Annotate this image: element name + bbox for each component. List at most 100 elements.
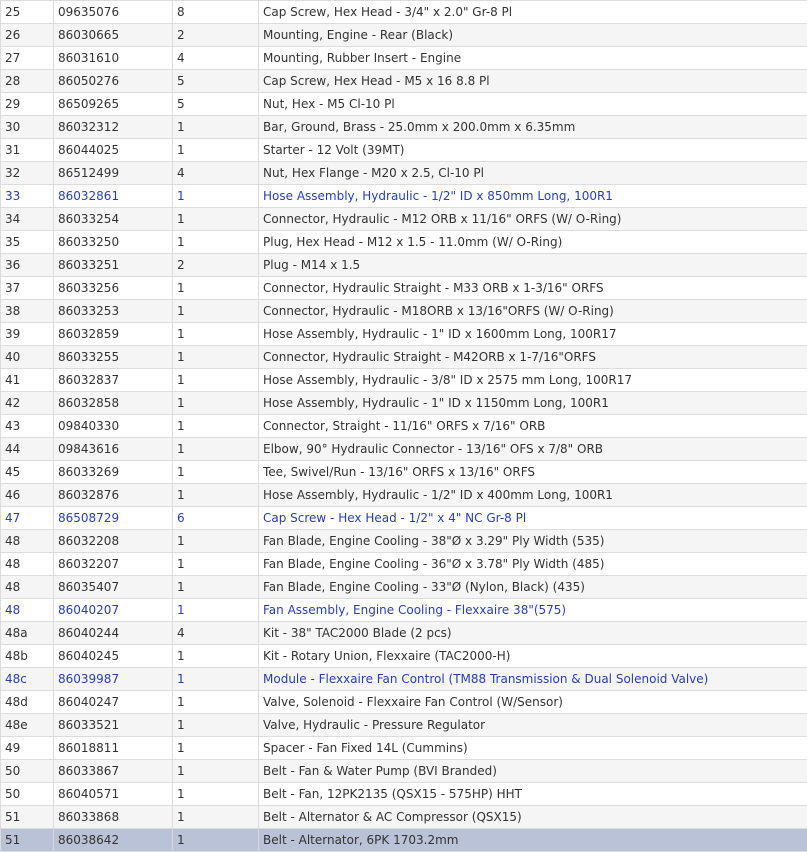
quantity-cell: 1 xyxy=(173,300,259,323)
table-row[interactable]: 42860328581Hose Assembly, Hydraulic - 1"… xyxy=(1,392,807,415)
part-number-cell: 86044025 xyxy=(54,139,173,162)
part-number-cell: 86032837 xyxy=(54,369,173,392)
table-row[interactable]: 27860316104Mounting, Rubber Insert - Eng… xyxy=(1,47,807,70)
table-row[interactable]: 41860328371Hose Assembly, Hydraulic - 3/… xyxy=(1,369,807,392)
description-cell: Tee, Swivel/Run - 13/16" ORFS x 13/16" O… xyxy=(259,461,807,484)
item-number-cell: 51 xyxy=(1,829,54,852)
item-number-cell: 31 xyxy=(1,139,54,162)
quantity-cell: 1 xyxy=(173,369,259,392)
description-cell: Hose Assembly, Hydraulic - 1/2" ID x 400… xyxy=(259,484,807,507)
table-row[interactable]: 43098403301Connector, Straight - 11/16" … xyxy=(1,415,807,438)
description-cell: Fan Blade, Engine Cooling - 38"Ø x 3.29"… xyxy=(259,530,807,553)
item-number-cell[interactable]: 47 xyxy=(1,507,54,530)
item-number-cell: 45 xyxy=(1,461,54,484)
part-number-cell: 86032858 xyxy=(54,392,173,415)
quantity-cell: 1 xyxy=(173,116,259,139)
item-number-cell: 48e xyxy=(1,714,54,737)
part-number-cell: 09635076 xyxy=(54,1,173,24)
part-number-cell[interactable]: 86508729 xyxy=(54,507,173,530)
table-row[interactable]: 28860502765Cap Screw, Hex Head - M5 x 16… xyxy=(1,70,807,93)
table-row[interactable]: 46860328761Hose Assembly, Hydraulic - 1/… xyxy=(1,484,807,507)
item-number-cell[interactable]: 48c xyxy=(1,668,54,691)
description-cell: Bar, Ground, Brass - 25.0mm x 200.0mm x … xyxy=(259,116,807,139)
table-row[interactable]: 31860440251Starter - 12 Volt (39MT) xyxy=(1,139,807,162)
quantity-cell[interactable]: 1 xyxy=(173,599,259,622)
description-cell[interactable]: Hose Assembly, Hydraulic - 1/2" ID x 850… xyxy=(259,185,807,208)
quantity-cell: 1 xyxy=(173,392,259,415)
table-row[interactable]: 26860306652Mounting, Engine - Rear (Blac… xyxy=(1,24,807,47)
table-row[interactable]: 50860405711Belt - Fan, 12PK2135 (QSX15 -… xyxy=(1,783,807,806)
part-number-cell: 86030665 xyxy=(54,24,173,47)
description-cell[interactable]: Fan Assembly, Engine Cooling - Flexxaire… xyxy=(259,599,807,622)
quantity-cell[interactable]: 1 xyxy=(173,185,259,208)
table-row[interactable]: 25096350768Cap Screw, Hex Head - 3/4" x … xyxy=(1,1,807,24)
part-number-cell: 86032876 xyxy=(54,484,173,507)
table-row[interactable]: 48c860399871Module - Flexxaire Fan Contr… xyxy=(1,668,807,691)
item-number-cell: 35 xyxy=(1,231,54,254)
description-cell[interactable]: Cap Screw - Hex Head - 1/2" x 4" NC Gr-8… xyxy=(259,507,807,530)
table-row[interactable]: 38860332531Connector, Hydraulic - M18ORB… xyxy=(1,300,807,323)
description-cell: Plug - M14 x 1.5 xyxy=(259,254,807,277)
quantity-cell: 2 xyxy=(173,254,259,277)
item-number-cell: 42 xyxy=(1,392,54,415)
description-cell: Elbow, 90° Hydraulic Connector - 13/16" … xyxy=(259,438,807,461)
table-row[interactable]: 48860402071Fan Assembly, Engine Cooling … xyxy=(1,599,807,622)
description-cell: Hose Assembly, Hydraulic - 1" ID x 1150m… xyxy=(259,392,807,415)
table-row[interactable]: 51860386421Belt - Alternator, 6PK 1703.2… xyxy=(1,829,807,852)
item-number-cell: 41 xyxy=(1,369,54,392)
item-number-cell: 48 xyxy=(1,553,54,576)
table-row[interactable]: 47865087296Cap Screw - Hex Head - 1/2" x… xyxy=(1,507,807,530)
table-row[interactable]: 48860354071Fan Blade, Engine Cooling - 3… xyxy=(1,576,807,599)
table-row[interactable]: 45860332691Tee, Swivel/Run - 13/16" ORFS… xyxy=(1,461,807,484)
description-cell: Nut, Hex Flange - M20 x 2.5, Cl-10 Pl xyxy=(259,162,807,185)
table-row[interactable]: 48e860335211Valve, Hydraulic - Pressure … xyxy=(1,714,807,737)
table-row[interactable]: 48d860402471Valve, Solenoid - Flexxaire … xyxy=(1,691,807,714)
table-row[interactable]: 33860328611Hose Assembly, Hydraulic - 1/… xyxy=(1,185,807,208)
table-row[interactable]: 34860332541Connector, Hydraulic - M12 OR… xyxy=(1,208,807,231)
table-row[interactable]: 36860332512Plug - M14 x 1.5 xyxy=(1,254,807,277)
description-cell: Mounting, Engine - Rear (Black) xyxy=(259,24,807,47)
part-number-cell: 86033251 xyxy=(54,254,173,277)
quantity-cell[interactable]: 1 xyxy=(173,668,259,691)
description-cell[interactable]: Module - Flexxaire Fan Control (TM88 Tra… xyxy=(259,668,807,691)
quantity-cell[interactable]: 6 xyxy=(173,507,259,530)
table-row[interactable]: 30860323121Bar, Ground, Brass - 25.0mm x… xyxy=(1,116,807,139)
item-number-cell[interactable]: 48 xyxy=(1,599,54,622)
part-number-cell: 86033255 xyxy=(54,346,173,369)
table-row[interactable]: 35860332501Plug, Hex Head - M12 x 1.5 - … xyxy=(1,231,807,254)
part-number-cell[interactable]: 86032861 xyxy=(54,185,173,208)
table-row[interactable]: 51860338681Belt - Alternator & AC Compre… xyxy=(1,806,807,829)
quantity-cell: 1 xyxy=(173,323,259,346)
table-row[interactable]: 29865092655Nut, Hex - M5 Cl-10 Pl xyxy=(1,93,807,116)
quantity-cell: 8 xyxy=(173,1,259,24)
table-row[interactable]: 44098436161Elbow, 90° Hydraulic Connecto… xyxy=(1,438,807,461)
item-number-cell: 26 xyxy=(1,24,54,47)
table-row[interactable]: 48b860402451Kit - Rotary Union, Flexxair… xyxy=(1,645,807,668)
description-cell: Fan Blade, Engine Cooling - 36"Ø x 3.78"… xyxy=(259,553,807,576)
item-number-cell: 37 xyxy=(1,277,54,300)
table-row[interactable]: 48a860402444Kit - 38" TAC2000 Blade (2 p… xyxy=(1,622,807,645)
table-row[interactable]: 40860332551Connector, Hydraulic Straight… xyxy=(1,346,807,369)
quantity-cell: 1 xyxy=(173,737,259,760)
quantity-cell: 1 xyxy=(173,346,259,369)
table-row[interactable]: 48860322081Fan Blade, Engine Cooling - 3… xyxy=(1,530,807,553)
item-number-cell: 48a xyxy=(1,622,54,645)
item-number-cell: 44 xyxy=(1,438,54,461)
item-number-cell: 40 xyxy=(1,346,54,369)
table-row[interactable]: 48860322071Fan Blade, Engine Cooling - 3… xyxy=(1,553,807,576)
table-row[interactable]: 37860332561Connector, Hydraulic Straight… xyxy=(1,277,807,300)
table-row[interactable]: 50860338671Belt - Fan & Water Pump (BVI … xyxy=(1,760,807,783)
item-number-cell[interactable]: 33 xyxy=(1,185,54,208)
quantity-cell: 1 xyxy=(173,415,259,438)
part-number-cell: 86033269 xyxy=(54,461,173,484)
description-cell: Connector, Hydraulic Straight - M42ORB x… xyxy=(259,346,807,369)
part-number-cell[interactable]: 86040207 xyxy=(54,599,173,622)
part-number-cell: 86040247 xyxy=(54,691,173,714)
part-number-cell[interactable]: 86039987 xyxy=(54,668,173,691)
item-number-cell: 51 xyxy=(1,806,54,829)
table-row[interactable]: 32865124994Nut, Hex Flange - M20 x 2.5, … xyxy=(1,162,807,185)
table-row[interactable]: 49860188111Spacer - Fan Fixed 14L (Cummi… xyxy=(1,737,807,760)
description-cell: Kit - 38" TAC2000 Blade (2 pcs) xyxy=(259,622,807,645)
quantity-cell: 2 xyxy=(173,24,259,47)
table-row[interactable]: 39860328591Hose Assembly, Hydraulic - 1"… xyxy=(1,323,807,346)
